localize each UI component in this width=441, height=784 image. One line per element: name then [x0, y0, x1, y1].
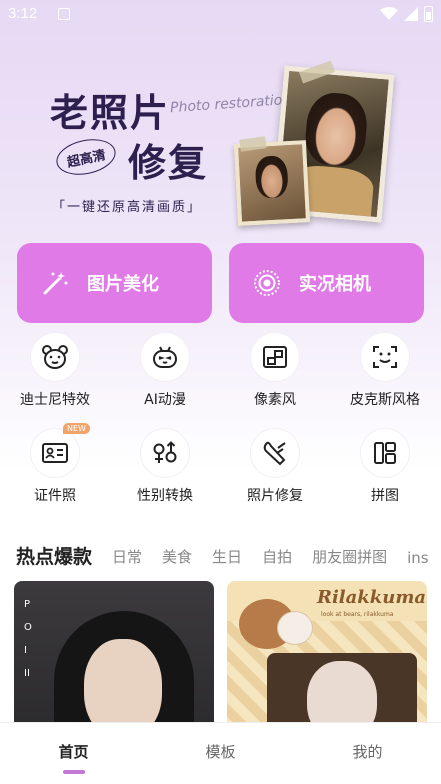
bear-illustration — [277, 611, 313, 645]
tab-moments-collage[interactable]: 朋友圈拼图 — [312, 546, 387, 573]
id-card-icon — [31, 429, 79, 477]
notification-icon — [58, 8, 70, 20]
template-card[interactable]: P O I II — [14, 581, 214, 731]
old-photo-banner[interactable]: 老照片 Photo restoration 超高清 修复 「一键还原高清画质」 — [0, 40, 441, 240]
status-bar: 3:12 — [0, 0, 441, 30]
photo-beautify-label: 图片美化 — [87, 274, 159, 295]
portrait-face-small — [254, 155, 289, 199]
side-text-item: I — [24, 645, 27, 656]
category-tabs: 热点爆款 日常 美食 生日 自拍 朋友圈拼图 ins — [16, 537, 441, 573]
old-photo-image — [233, 140, 311, 226]
robot-face-icon — [141, 333, 189, 381]
feature-label: 性别转换 — [137, 488, 193, 504]
portrait-face — [303, 90, 370, 168]
wifi-icon — [380, 7, 398, 20]
banner-slogan: 「一键还原高清画质」 — [52, 200, 203, 215]
live-camera-label: 实况相机 — [299, 274, 371, 295]
feature-disney[interactable]: 迪士尼特效 — [0, 333, 110, 409]
card-side-text: P O I II — [24, 599, 38, 679]
banner-badge: 超高清 — [53, 134, 119, 180]
gender-icon — [141, 429, 189, 477]
feature-label: 迪士尼特效 — [20, 392, 90, 408]
feature-label: 像素风 — [254, 392, 296, 408]
feature-photo-repair[interactable]: 照片修复 — [220, 429, 330, 505]
battery-icon — [424, 6, 433, 22]
card-brand: Rilakkuma — [317, 587, 427, 608]
tab-hot[interactable]: 热点爆款 — [16, 542, 92, 573]
nav-home[interactable]: 首页 — [0, 723, 147, 784]
card-brand-sub: look at bears, rilakkuma — [321, 611, 394, 618]
new-badge: NEW — [63, 423, 90, 434]
feature-ai-anime[interactable]: AI动漫 — [110, 333, 220, 409]
bottom-nav: 首页 模板 我的 — [0, 722, 441, 784]
tab-ins[interactable]: ins — [407, 549, 429, 573]
feature-label: AI动漫 — [144, 392, 186, 408]
feature-label: 拼图 — [371, 488, 399, 504]
portrait-face — [307, 661, 377, 731]
portrait-face — [84, 639, 162, 731]
magic-wand-icon — [43, 272, 68, 295]
banner-title-line1: 老照片 — [50, 90, 171, 135]
nav-templates[interactable]: 模板 — [147, 723, 294, 784]
side-text-item: P — [24, 599, 31, 610]
feature-id-photo[interactable]: NEW 证件照 — [0, 423, 110, 505]
tab-daily[interactable]: 日常 — [112, 546, 142, 573]
pixel-frame-icon — [251, 333, 299, 381]
live-camera-button[interactable]: 实况相机 — [229, 243, 424, 323]
feature-label: 照片修复 — [247, 488, 303, 504]
feature-gender-swap[interactable]: 性别转换 — [110, 429, 220, 505]
banner-subtitle: Photo restoration — [169, 91, 292, 117]
template-card[interactable]: Rilakkuma look at bears, rilakkuma — [227, 581, 427, 731]
photo-beautify-button[interactable]: 图片美化 — [17, 243, 212, 323]
live-camera-icon — [254, 270, 280, 296]
side-text-item: O — [24, 622, 32, 633]
status-time: 3:12 — [8, 5, 38, 22]
tab-food[interactable]: 美食 — [162, 546, 192, 573]
tab-birthday[interactable]: 生日 — [212, 546, 242, 573]
side-text-item: II — [24, 668, 30, 679]
feature-pixel[interactable]: 像素风 — [220, 333, 330, 409]
feature-collage[interactable]: 拼图 — [330, 429, 440, 505]
bear-face-icon — [31, 333, 79, 381]
signal-icon — [404, 7, 418, 21]
collage-icon — [361, 429, 409, 477]
banner-title-line2: 修复 — [128, 140, 209, 185]
nav-mine[interactable]: 我的 — [294, 723, 441, 784]
feature-label: 皮克斯风格 — [350, 392, 420, 408]
wrench-icon — [251, 429, 299, 477]
face-scan-icon — [361, 333, 409, 381]
status-icons — [380, 6, 433, 22]
feature-pixar[interactable]: 皮克斯风格 — [330, 333, 440, 409]
tab-selfie[interactable]: 自拍 — [262, 546, 292, 573]
feature-label: 证件照 — [34, 488, 76, 504]
